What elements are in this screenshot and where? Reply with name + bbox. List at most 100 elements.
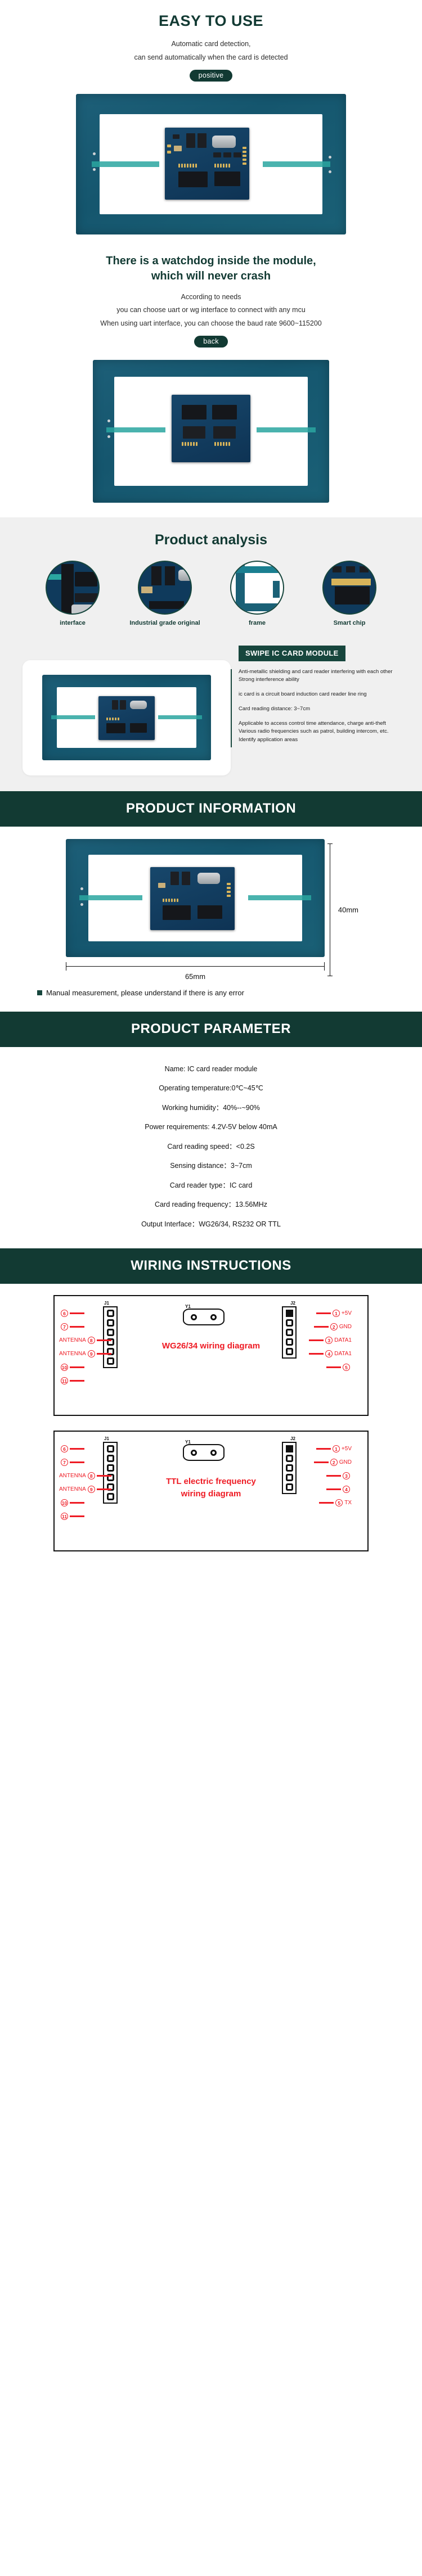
dimension-pcb-image	[66, 838, 325, 957]
wg-right-pin-5: 5	[326, 1364, 352, 1372]
swipe-module-paragraph-3: Card reading distance: 3~7cm	[239, 705, 311, 712]
back-badge: back	[194, 335, 228, 348]
ttl-left-pin-9-num: 9	[87, 1486, 95, 1494]
ttl-left-pin-6: 6	[59, 1445, 84, 1453]
param-row-sensing-distance: Sensing distance：3~7cm	[170, 1162, 252, 1170]
product-analysis-title: Product analysis	[154, 531, 268, 548]
swipe-module-info: SWIPE IC CARD MODULE Anti-metallic shiel…	[231, 645, 399, 751]
wg-left-pin-8-label: ANTENNA	[59, 1337, 86, 1344]
ttl-right-pin-5-lead-icon	[319, 1502, 334, 1504]
measurement-note: Manual measurement, please understand if…	[0, 981, 422, 1007]
wg-left-pin-6-lead-icon	[70, 1312, 84, 1315]
ttl-right-pin-1-lead-icon	[316, 1448, 331, 1450]
ttl-left-pin-8-lead-icon	[96, 1475, 111, 1477]
param-row-card-reading-speed: Card reading speed：<0.2S	[167, 1142, 255, 1151]
wg-left-pin-7-lead-icon	[70, 1326, 84, 1328]
analysis-item-interface: interface	[30, 560, 115, 626]
wg-right-pin-3: 3 DATA1	[309, 1337, 352, 1345]
wg-diagram-title-line-1: WG26/34 wiring diagram	[161, 1341, 261, 1351]
ttl-right-pin-5-label: TX	[344, 1500, 352, 1506]
height-dimension-label: 40mm	[338, 905, 358, 914]
easy-to-use-title: EASY TO USE	[158, 12, 264, 29]
wg-right-pin-2-lead-icon	[313, 1326, 329, 1328]
ttl-left-pin-8-label: ANTENNA	[59, 1473, 86, 1479]
positive-badge: positive	[189, 69, 233, 82]
ttl-left-pin-7: 7	[59, 1459, 84, 1467]
ttl-crystal-outline	[183, 1444, 225, 1461]
ttl-left-pin-10-num: 10	[61, 1499, 68, 1507]
reader-module-back	[172, 394, 250, 462]
wg-right-header-tag: J2	[290, 1301, 295, 1306]
wiring-instructions-banner: WIRING INSTRUCTIONS	[0, 1248, 422, 1284]
ttl-right-pin-5-num: 5	[335, 1499, 343, 1507]
easy-to-use-line-2: can send automatically when the card is …	[134, 53, 288, 61]
dimension-diagram: 40mm 65mm	[53, 838, 369, 981]
wg-right-pin-1-label: +5V	[341, 1310, 352, 1317]
easy-to-use-section: EASY TO USE Automatic card detection, ca…	[0, 0, 422, 85]
wiring-diagrams-section: WG26/34 wiring diagram J1 Y1 J2 6 7 ANTE…	[0, 1284, 422, 1575]
ttl-left-pin-7-num: 7	[61, 1459, 68, 1467]
product-information-banner: PRODUCT INFORMATION	[0, 791, 422, 827]
dimension-section: 40mm 65mm Manual measurement, please und…	[0, 826, 422, 1012]
analysis-label-interface: interface	[60, 619, 86, 626]
ttl-right-pin-4-lead-icon	[326, 1488, 341, 1491]
ttl-right-pin-2-lead-icon	[313, 1461, 329, 1464]
analysis-item-smart-chip: Smart chip	[307, 560, 392, 626]
width-dimension-label: 65mm	[185, 972, 206, 981]
wg-left-pin-11-lead-icon	[70, 1380, 84, 1382]
wiring-diagram-ttl: TTL electric frequency wiring diagram J1…	[53, 1431, 369, 1552]
wg-left-pin-8-num: 8	[87, 1337, 95, 1345]
ttl-left-pin-9-label: ANTENNA	[59, 1486, 86, 1493]
ttl-right-pin-3-num: 3	[343, 1472, 350, 1480]
wg-left-header-tag: J1	[104, 1301, 109, 1306]
watchdog-line-2: you can choose uart or wg interface to c…	[116, 306, 306, 314]
param-row-name: Name: IC card reader module	[164, 1064, 258, 1073]
swipe-module-photo	[23, 660, 231, 775]
easy-to-use-line-1: Automatic card detection,	[171, 40, 251, 48]
wg-left-pin-10-lead-icon	[70, 1366, 84, 1369]
wg-right-pin-1: 1 +5V	[316, 1310, 352, 1318]
wg-left-pin-7: 7	[59, 1323, 84, 1331]
ttl-right-pin-3: 3	[326, 1472, 352, 1480]
swipe-ic-card-module-section: SWIPE IC CARD MODULE Anti-metallic shiel…	[0, 640, 422, 791]
ttl-right-pin-2-num: 2	[330, 1459, 338, 1467]
ttl-left-pin-8: ANTENNA 8	[59, 1472, 111, 1480]
pcb-back-image	[93, 359, 329, 503]
wg-right-pin-4-lead-icon	[309, 1353, 324, 1355]
ttl-right-pin-1-label: +5V	[341, 1446, 352, 1452]
wg-left-pin-6: 6	[59, 1310, 84, 1318]
wg-left-pin-9: ANTENNA 9	[59, 1350, 111, 1358]
pcb-back-photo-section	[0, 350, 422, 517]
ttl-right-pin-2: 2 GND	[313, 1459, 352, 1467]
watchdog-line-1: According to needs	[181, 292, 241, 301]
bullet-square-icon	[37, 990, 42, 995]
wg-left-pin-10-num: 10	[61, 1364, 68, 1372]
wg-left-pin-8: ANTENNA 8	[59, 1337, 111, 1345]
ttl-left-pin-9: ANTENNA 9	[59, 1486, 111, 1494]
ttl-left-pin-6-num: 6	[61, 1445, 68, 1453]
analysis-label-industrial-grade-original: Industrial grade original	[129, 619, 200, 626]
wg-right-pin-5-lead-icon	[326, 1366, 341, 1369]
wg-left-pin-11: 11	[59, 1377, 84, 1385]
wg-right-pin-1-num: 1	[332, 1310, 340, 1318]
wg-right-pin-3-num: 3	[325, 1337, 333, 1345]
analysis-item-industrial-grade-original: Industrial grade original	[123, 560, 207, 626]
param-row-power-requirements: Power requirements: 4.2V-5V below 40mA	[145, 1123, 277, 1131]
ttl-left-pin-11: 11	[59, 1513, 84, 1521]
param-row-operating-temperature: Operating temperature:0℃~45℃	[159, 1084, 263, 1093]
wg-right-pin-1-lead-icon	[316, 1312, 331, 1315]
watchdog-section: There is a watchdog inside the module, w…	[0, 244, 422, 351]
ttl-left-pin-8-num: 8	[87, 1472, 95, 1480]
industrial-grade-original-thumbnail-icon	[138, 560, 192, 615]
interface-thumbnail-icon	[46, 560, 100, 615]
wg-right-pin-4-num: 4	[325, 1350, 333, 1358]
wg-left-pin-8-lead-icon	[96, 1339, 111, 1342]
ttl-left-pin-10-lead-icon	[70, 1502, 84, 1504]
wiring-diagram-wg2634: WG26/34 wiring diagram J1 Y1 J2 6 7 ANTE…	[53, 1295, 369, 1416]
wg-right-pin-4-label: DATA1	[334, 1351, 352, 1357]
watchdog-line-3: When using uart interface, you can choos…	[100, 319, 322, 327]
ttl-right-pin-4-num: 4	[343, 1486, 350, 1494]
ttl-left-pin-6-lead-icon	[70, 1448, 84, 1450]
ttl-right-pin-2-label: GND	[339, 1459, 352, 1466]
wg-left-pin-9-lead-icon	[96, 1353, 111, 1355]
